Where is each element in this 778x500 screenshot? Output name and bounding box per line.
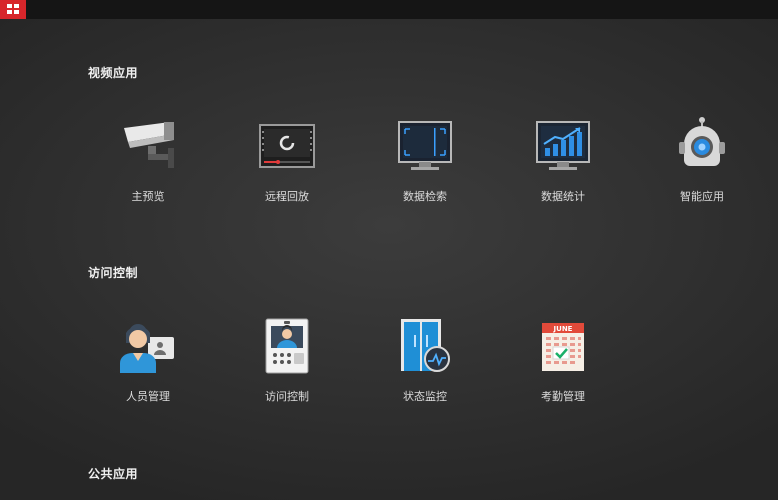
tile-data-statistics[interactable]: 数据统计 <box>513 116 613 216</box>
statistics-icon <box>533 116 593 176</box>
door-monitor-icon <box>395 316 455 376</box>
tile-label: 远程回放 <box>265 190 309 203</box>
camera-icon <box>118 116 178 176</box>
tile-label: 状态监控 <box>403 390 447 403</box>
tile-label: 智能应用 <box>680 190 724 203</box>
tile-label: 人员管理 <box>126 390 170 403</box>
playback-icon <box>257 116 317 176</box>
section-title-video: 视频应用 <box>88 66 139 80</box>
calendar-icon: JUNE <box>533 316 593 376</box>
top-bar <box>0 0 778 19</box>
tile-status-monitoring[interactable]: 状态监控 <box>375 316 475 416</box>
tile-label: 访问控制 <box>265 390 309 403</box>
tile-main-preview[interactable]: 主预览 <box>98 116 198 216</box>
section-title-public-applications: 公共应用 <box>88 467 139 481</box>
app-menu-button[interactable] <box>0 0 26 19</box>
tile-data-search[interactable]: 数据检索 <box>375 116 475 216</box>
search-monitor-icon <box>395 116 455 176</box>
intercom-icon <box>257 316 317 376</box>
section-title-access-control: 访问控制 <box>88 266 139 280</box>
tile-smart-application[interactable]: 智能应用 <box>652 116 752 216</box>
calendar-month-label: JUNE <box>553 325 573 333</box>
tile-personnel-management[interactable]: 人员管理 <box>98 316 198 416</box>
person-card-icon <box>118 316 178 376</box>
tile-label: 数据检索 <box>403 190 447 203</box>
tile-attendance-management[interactable]: JUNE 考勤管理 <box>513 316 613 416</box>
tile-remote-playback[interactable]: 远程回放 <box>237 116 337 216</box>
tile-access-control[interactable]: 访问控制 <box>237 316 337 416</box>
robot-icon <box>672 116 732 176</box>
grid-icon <box>7 4 19 14</box>
tile-label: 数据统计 <box>541 190 585 203</box>
tile-label: 主预览 <box>131 190 165 203</box>
tile-label: 考勤管理 <box>541 390 585 403</box>
